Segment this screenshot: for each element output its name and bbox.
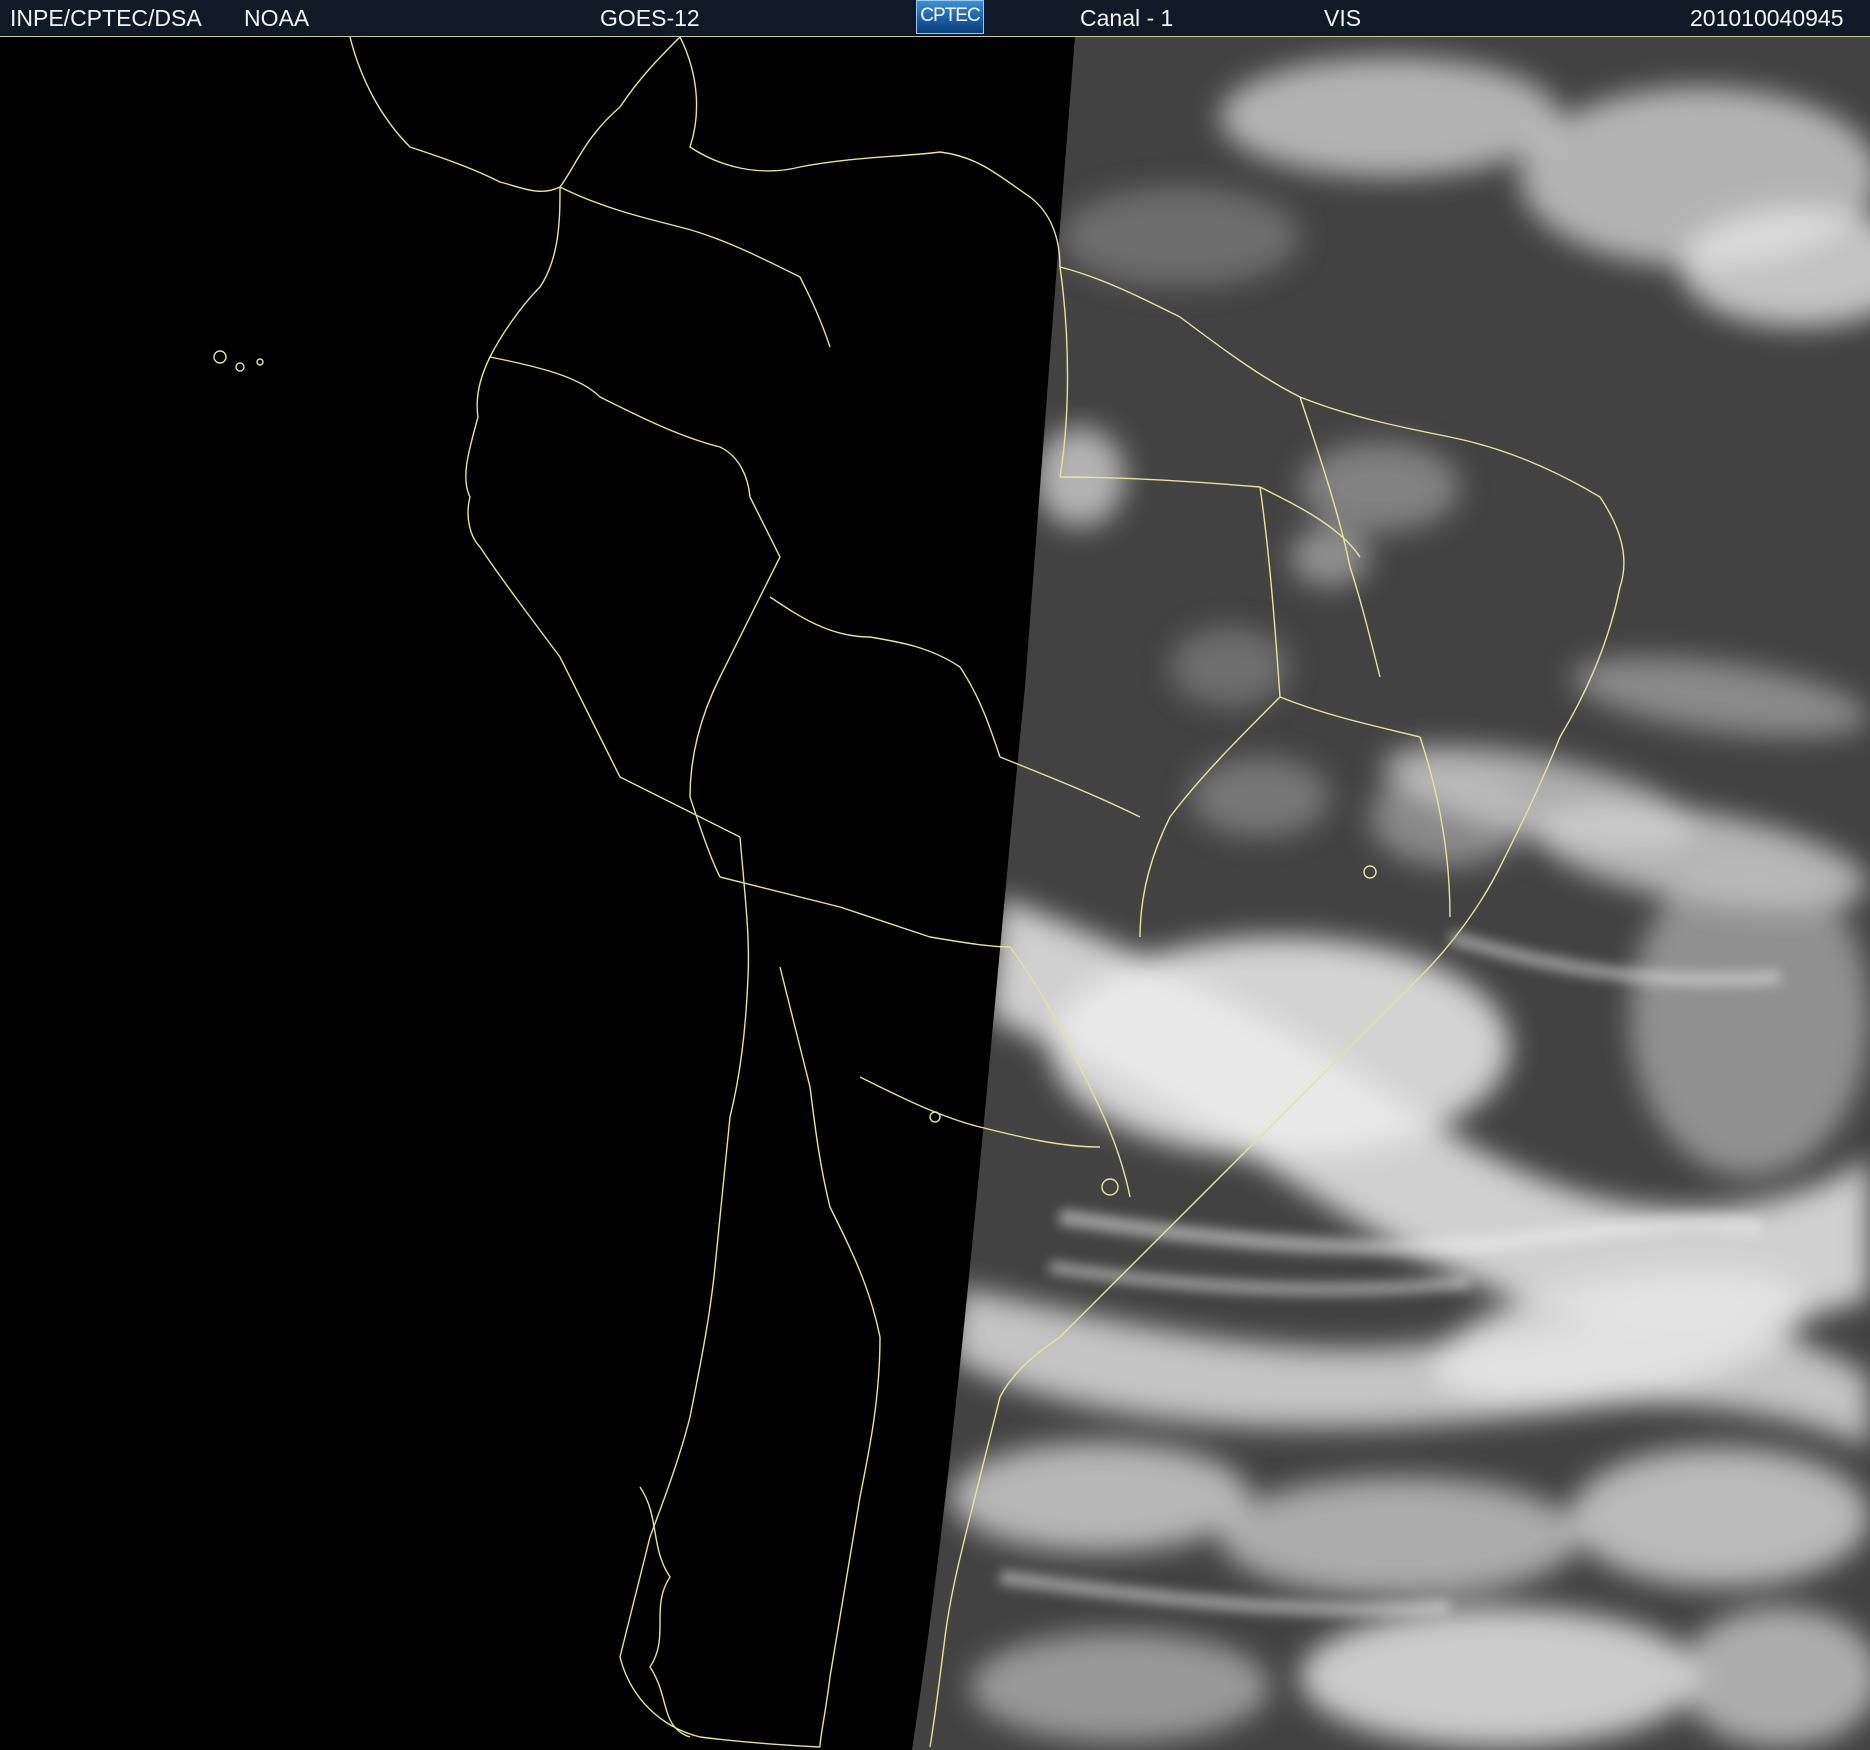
image-header: INPE/CPTEC/DSA NOAA GOES-12 CPTEC Canal … — [0, 0, 1870, 37]
satellite-map — [0, 37, 1870, 1750]
cptec-logo: CPTEC — [916, 0, 984, 34]
agency-label: INPE/CPTEC/DSA — [10, 5, 202, 31]
satellite-image — [0, 37, 1870, 1750]
channel-label: Canal - 1 — [1080, 5, 1174, 31]
band-label: VIS — [1324, 5, 1362, 31]
timestamp-label: 201010040945 — [1690, 5, 1844, 31]
satellite-label: GOES-12 — [600, 5, 700, 31]
source-label: NOAA — [244, 5, 310, 31]
logo-text: CPTEC — [920, 5, 980, 26]
